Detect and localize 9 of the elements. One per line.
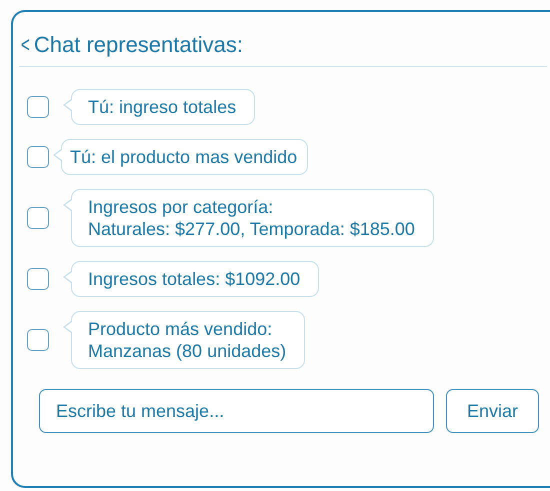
back-button[interactable]: <	[20, 32, 30, 58]
checkbox[interactable]	[27, 268, 49, 290]
checkbox[interactable]	[27, 329, 49, 351]
send-button[interactable]: Enviar	[446, 389, 539, 433]
checkbox[interactable]	[27, 96, 49, 118]
checkbox[interactable]	[27, 207, 49, 229]
chat-title: Chat representativas:	[34, 32, 243, 58]
checkbox[interactable]	[27, 146, 49, 168]
message-input[interactable]: Escribe tu mensaje...	[39, 389, 434, 433]
